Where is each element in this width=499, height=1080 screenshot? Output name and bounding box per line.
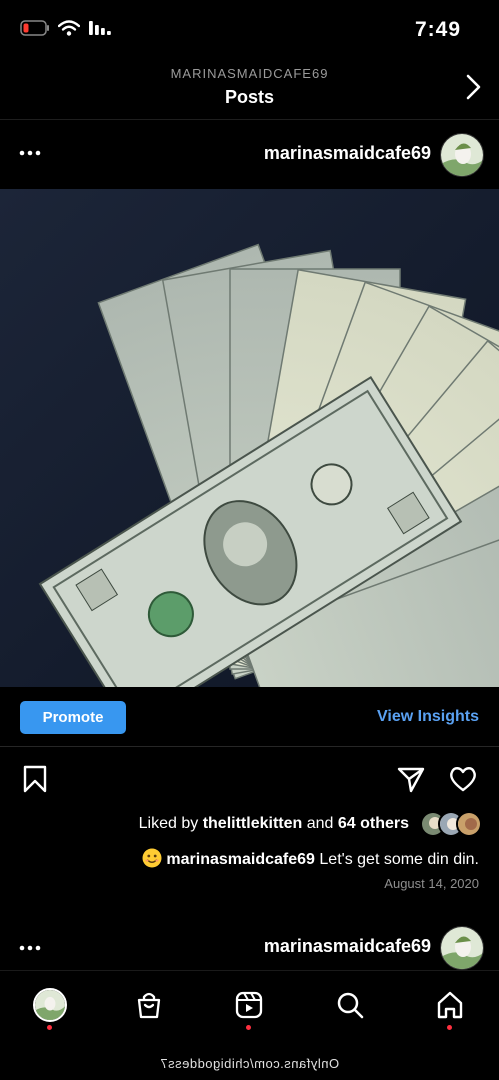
post-header: marinasmaidcafe69 [0,121,499,187]
nav-profile[interactable] [30,985,70,1025]
next-post-username[interactable]: marinasmaidcafe69 [264,936,431,957]
post-actions [0,752,499,806]
home-icon [437,991,463,1019]
status-icons [20,20,112,36]
page-header: MARINASMAIDCAFE69 Posts [0,60,499,120]
profile-avatar-icon [33,988,67,1022]
avatar-image [441,134,483,176]
like-heart-icon[interactable] [448,764,478,794]
likes-others[interactable]: 64 others [338,815,409,832]
profile-notification-dot [47,1025,52,1030]
post-username[interactable]: marinasmaidcafe69 [264,143,431,164]
more-options-icon[interactable] [18,938,42,958]
more-options-icon[interactable] [18,143,42,163]
shop-bag-icon [137,992,161,1019]
caption-body: Let's get some din din. [314,851,479,868]
share-icon[interactable] [396,764,426,794]
avatar-image [441,927,483,969]
chevron-right-icon[interactable] [460,72,486,102]
search-icon [337,992,364,1019]
wifi-icon [58,20,80,36]
nav-shop[interactable] [129,985,169,1025]
liker-avatar [456,811,482,837]
nav-home[interactable] [430,985,470,1025]
header-account: MARINASMAIDCAFE69 [170,66,329,81]
status-time: 7:49 [415,18,462,41]
caption-row: marinasmaidcafe69 Let's get some din din… [0,843,499,873]
likes-row[interactable]: Liked by thelittlekitten and 64 others [0,810,499,840]
caption-username[interactable]: marinasmaidcafe69 [166,851,315,868]
likes-prefix: Liked by [138,815,203,832]
caption-text: marinasmaidcafe69 Let's get some din din… [142,848,479,869]
likes-middle: and [302,815,338,832]
promote-button[interactable]: Promote [20,701,126,734]
smiley-emoji-icon [142,848,162,868]
avatar[interactable] [440,133,484,177]
page-title: Posts [224,87,275,107]
liker-avatars [420,811,482,837]
status-bar: 7:49 [0,0,499,60]
post-date: August 14, 2020 [384,876,479,891]
liker-username[interactable]: thelittlekitten [203,815,303,832]
nav-search[interactable] [330,985,370,1025]
battery-icon [20,20,49,36]
watermark: Onlyfans.com/chibigoddess7 [159,1056,340,1071]
view-insights-link[interactable]: View Insights [377,708,479,726]
nav-reels[interactable] [229,985,269,1025]
signal-icon [89,21,111,35]
likes-text: Liked by thelittlekitten and 64 others [139,815,409,833]
bookmark-icon[interactable] [20,764,50,794]
avatar[interactable] [440,926,484,970]
promote-bar: Promote View Insights [0,687,499,747]
bottom-nav [0,970,499,1050]
reels-notification-dot [246,1025,251,1030]
money-photo [0,189,499,687]
post-image[interactable] [0,189,499,687]
home-notification-dot [447,1025,452,1030]
reels-icon [235,991,263,1019]
next-post-header: marinasmaidcafe69 [0,916,499,976]
